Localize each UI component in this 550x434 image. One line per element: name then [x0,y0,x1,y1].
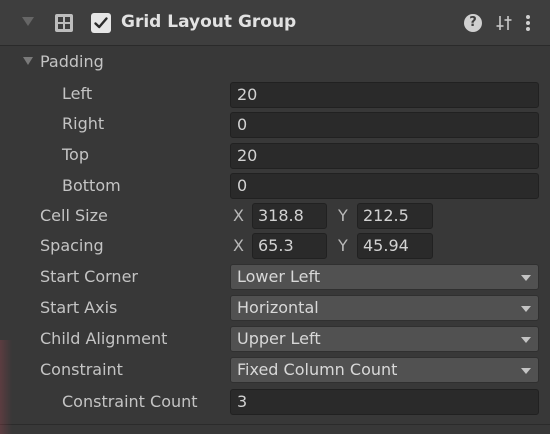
context-menu-icon[interactable] [525,13,531,33]
cell-size-y-field[interactable]: 212.5 [357,203,433,229]
cell-size-label: Cell Size [40,206,108,225]
padding-right-label: Right [62,114,105,133]
grid-layout-icon [55,14,73,32]
child-alignment-dropdown[interactable]: Upper Left [230,326,539,352]
child-alignment-value: Upper Left [237,329,321,348]
spacing-x-field[interactable]: 65.3 [252,233,327,259]
padding-top-label: Top [62,145,89,164]
chevron-down-icon [521,337,531,343]
padding-foldout-arrow-icon[interactable] [23,57,33,65]
constraint-value: Fixed Column Count [237,360,398,379]
padding-right-field[interactable]: 0 [230,112,539,138]
constraint-label: Constraint [40,360,123,379]
constraint-count-field[interactable]: 3 [230,389,539,415]
edge-highlight [0,340,12,434]
padding-left-field[interactable]: 20 [230,82,539,108]
presets-icon[interactable] [494,13,514,33]
start-axis-dropdown[interactable]: Horizontal [230,295,539,321]
cell-size-x-field[interactable]: 318.8 [252,203,327,229]
spacing-y-label: Y [338,236,348,255]
constraint-dropdown[interactable]: Fixed Column Count [230,357,539,383]
cell-size-x-label: X [233,206,244,225]
padding-top-field[interactable]: 20 [230,143,539,169]
chevron-down-icon [521,306,531,312]
start-axis-label: Start Axis [40,298,118,317]
foldout-arrow-icon[interactable] [22,17,34,26]
component-title: Grid Layout Group [121,12,297,32]
start-corner-dropdown[interactable]: Lower Left [230,264,539,290]
spacing-label: Spacing [40,236,104,255]
cell-size-y-label: Y [338,206,348,225]
start-axis-value: Horizontal [237,298,319,317]
padding-bottom-field[interactable]: 0 [230,173,539,199]
chevron-down-icon [521,368,531,374]
chevron-down-icon [521,275,531,281]
padding-label[interactable]: Padding [40,52,104,72]
child-alignment-label: Child Alignment [40,329,168,348]
start-corner-value: Lower Left [237,267,321,286]
padding-left-label: Left [62,84,93,103]
constraint-count-label: Constraint Count [62,392,198,411]
checkmark-icon [94,17,108,29]
spacing-y-field[interactable]: 45.94 [357,233,433,259]
component-header[interactable]: Grid Layout Group ? [0,0,550,46]
section-divider [0,424,550,425]
padding-bottom-label: Bottom [62,176,121,195]
help-icon[interactable]: ? [464,14,482,32]
start-corner-label: Start Corner [40,267,138,286]
spacing-x-label: X [233,236,244,255]
enabled-checkbox[interactable] [91,13,111,33]
